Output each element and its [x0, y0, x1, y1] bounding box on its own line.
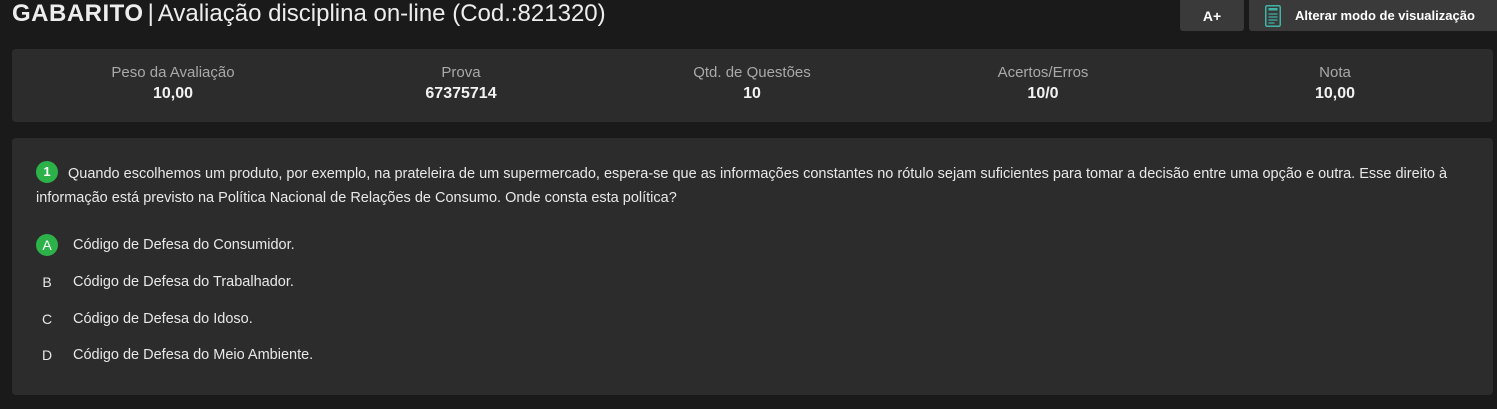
title-assessment: Avaliação disciplina on-line (Cod.:82132… [157, 0, 606, 27]
stat-value: 10/0 [1027, 85, 1059, 102]
option-text: Código de Defesa do Trabalhador. [73, 274, 294, 290]
option-letter: D [41, 347, 53, 363]
title-separator: | [147, 0, 154, 27]
assessment-summary-panel: Peso da Avaliação 10,00 Prova 67375714 Q… [12, 49, 1493, 122]
option-text: Código de Defesa do Idoso. [73, 311, 253, 327]
page: GABARITO | Avaliação disciplina on-line (C… [0, 0, 1497, 409]
document-icon [1265, 4, 1281, 27]
question-card: 1 Quando escolhemos um produto, por exemp… [12, 138, 1493, 395]
stat-exam: Prova 67375714 [351, 63, 571, 105]
option-d[interactable]: D Código de Defesa do Meio Ambiente. [36, 343, 313, 367]
option-letter: B [42, 274, 52, 290]
stat-value: 10,00 [152, 85, 194, 102]
option-b[interactable]: B Código de Defesa do Trabalhador. [36, 270, 294, 294]
stat-value: 10,00 [1314, 85, 1356, 102]
question-number-badge: 1 [36, 161, 58, 184]
option-a[interactable]: A Código de Defesa do Consumidor. [36, 233, 295, 257]
stat-label: Peso da Avaliação [111, 64, 235, 81]
stat-hits-misses: Acertos/Erros 10/0 [933, 63, 1153, 105]
stat-label: Nota [1319, 64, 1351, 81]
header: GABARITO | Avaliação disciplina on-line (C… [12, 0, 1497, 34]
change-view-mode-button[interactable]: Alterar modo de visualização [1249, 0, 1497, 31]
question-statement: 1 Quando escolhemos um produto, por exemp… [36, 161, 1456, 210]
option-letter: C [41, 311, 53, 327]
stat-label: Prova [441, 64, 481, 81]
page-title: GABARITO | Avaliação disciplina on-line (C… [12, 0, 606, 30]
stat-weight: Peso da Avaliação 10,00 [63, 63, 283, 105]
stat-value: 10 [743, 85, 761, 102]
stat-question-count: Qtd. de Questões 10 [642, 63, 862, 105]
option-c[interactable]: C Código de Defesa do Idoso. [36, 307, 253, 331]
font-size-increase-label: A+ [1202, 7, 1222, 24]
option-text: Código de Defesa do Meio Ambiente. [73, 347, 314, 363]
question-text: Quando escolhemos um produto, por exempl… [36, 166, 1448, 206]
option-text: Código de Defesa do Consumidor. [73, 237, 295, 253]
option-letter-correct: A [36, 234, 58, 256]
stat-grade: Nota 10,00 [1225, 63, 1445, 105]
stat-label: Acertos/Erros [997, 64, 1089, 81]
stat-label: Qtd. de Questões [693, 64, 811, 81]
change-view-mode-label: Alterar modo de visualização [1295, 8, 1475, 23]
stat-value: 67375714 [425, 85, 497, 102]
title-gabarito: GABARITO [12, 0, 144, 27]
font-size-increase-button[interactable]: A+ [1180, 0, 1244, 31]
